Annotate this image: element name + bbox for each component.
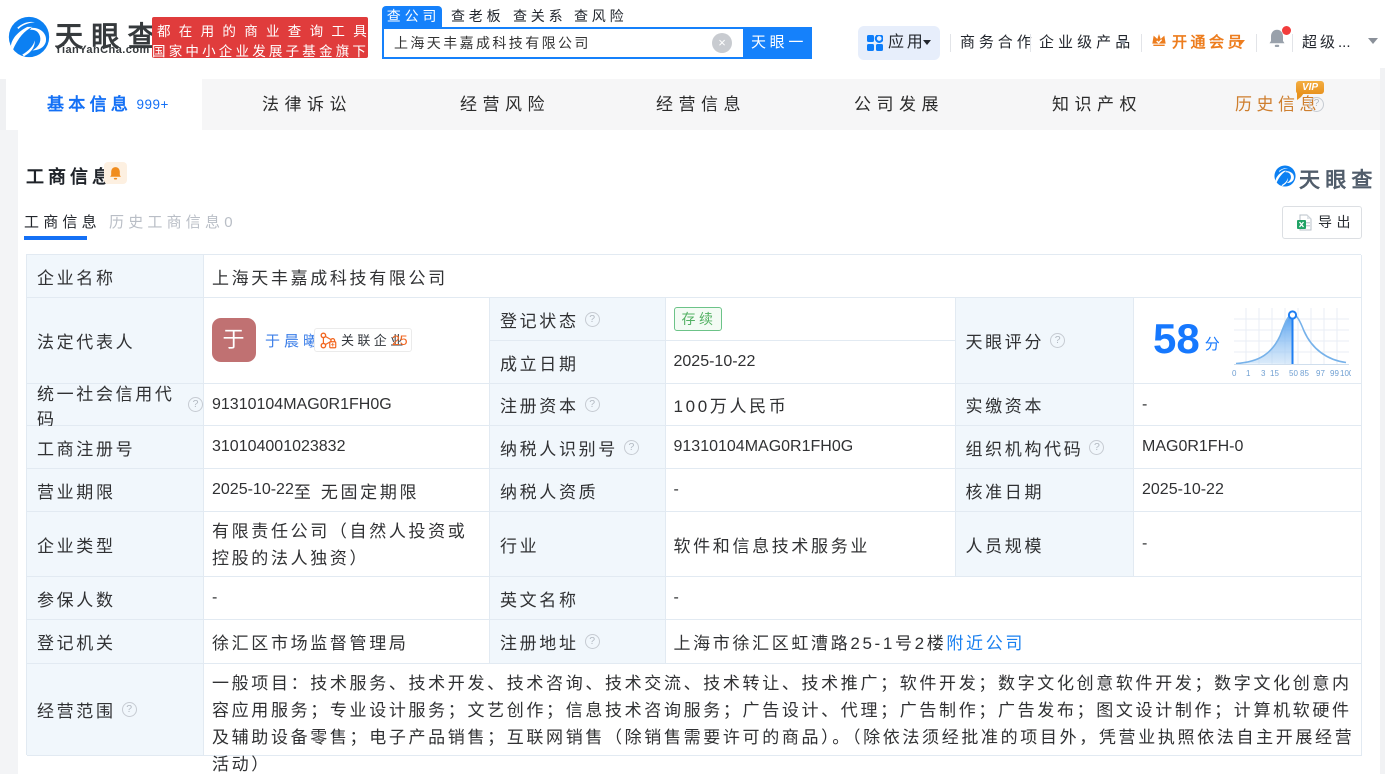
svg-text:50: 50: [1289, 369, 1298, 378]
svg-text:99: 99: [1330, 369, 1339, 378]
svg-text:97: 97: [1316, 369, 1325, 378]
svg-text:100: 100: [1340, 369, 1351, 378]
svg-text:1: 1: [1246, 369, 1251, 378]
svg-text:15: 15: [1270, 369, 1279, 378]
svg-text:0: 0: [1232, 369, 1237, 378]
svg-text:85: 85: [1300, 369, 1309, 378]
svg-text:3: 3: [1261, 369, 1266, 378]
